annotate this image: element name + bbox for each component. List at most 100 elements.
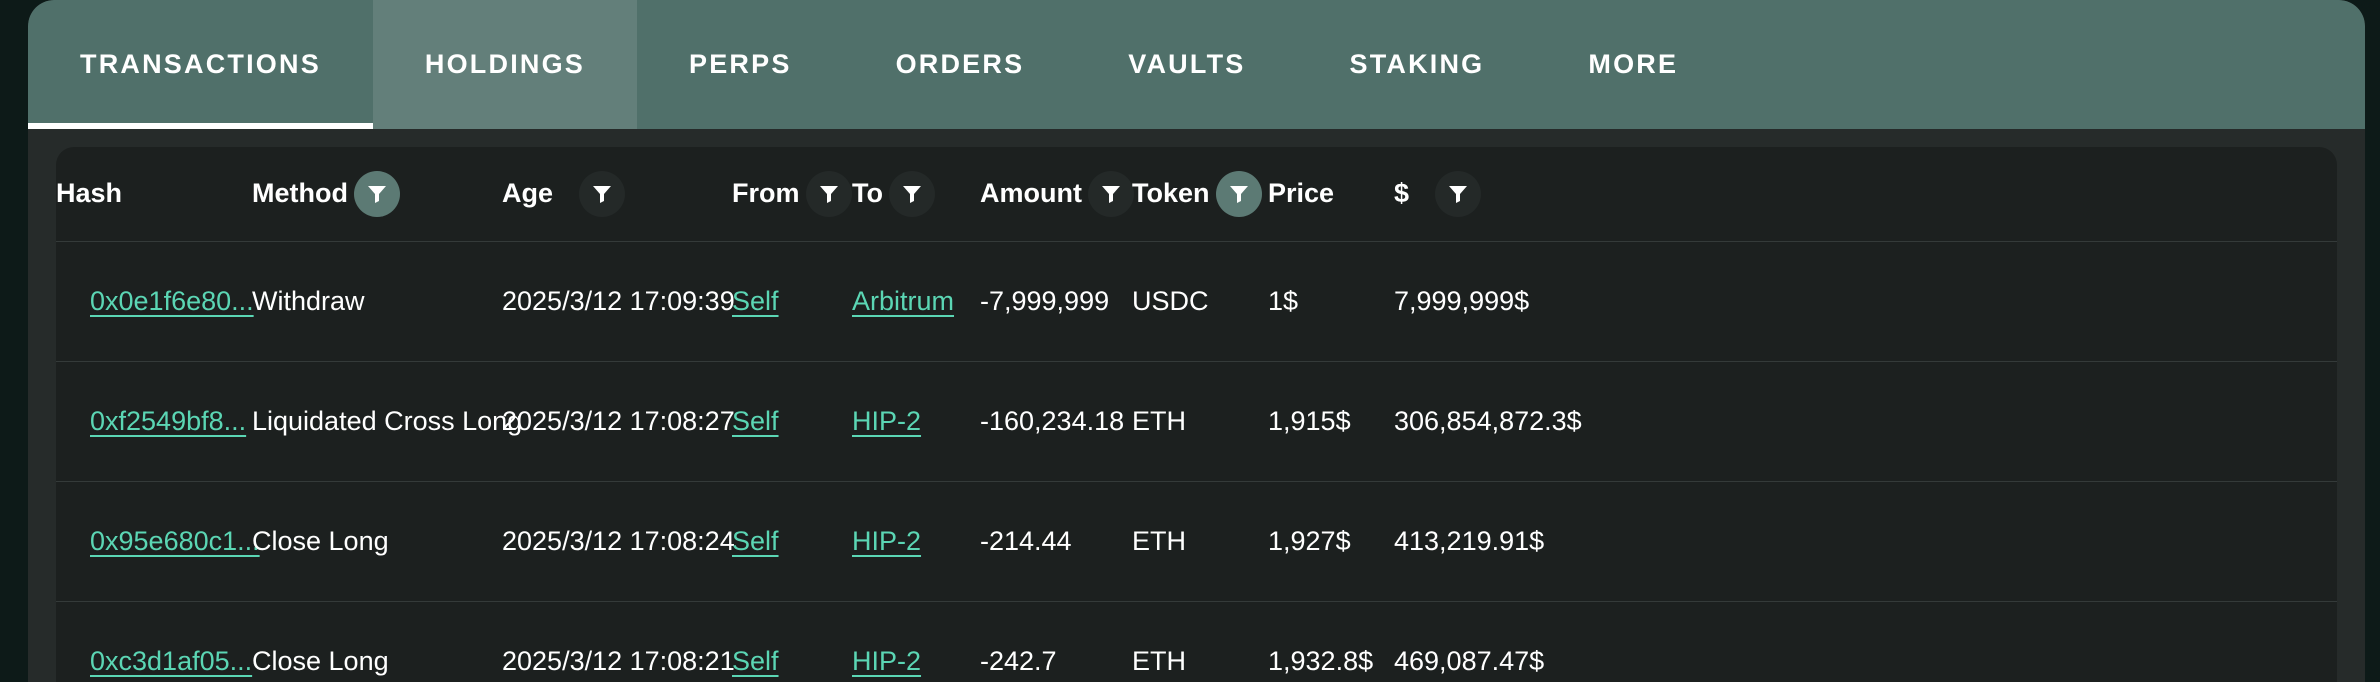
tab-label: MORE xyxy=(1588,49,1679,79)
column-label: From xyxy=(732,178,800,209)
tab-holdings[interactable]: HOLDINGS xyxy=(372,0,638,129)
cell-to: HIP-2 xyxy=(852,481,980,601)
column-header-usd[interactable]: $ xyxy=(1394,147,2337,241)
tab-bar: TRANSACTIONS HOLDINGS PERPS ORDERS VAULT… xyxy=(28,0,2365,129)
filter-icon-age[interactable] xyxy=(579,170,626,217)
tab-orders[interactable]: ORDERS xyxy=(844,0,1077,129)
table-header: Hash Method Age From To Amount Token Pri… xyxy=(56,147,2337,241)
table-header-row: Hash Method Age From To Amount Token Pri… xyxy=(56,147,2337,241)
cell-age: 2025/3/12 17:08:27 xyxy=(502,405,735,436)
tab-label: STAKING xyxy=(1349,49,1485,79)
table-row[interactable]: 0x95e680c1... Close Long 2025/3/12 17:08… xyxy=(56,481,2337,601)
cell-age: 2025/3/12 17:08:21 xyxy=(502,645,735,676)
to-link[interactable]: HIP-2 xyxy=(852,646,921,676)
from-link[interactable]: Self xyxy=(732,406,779,436)
hash-link[interactable]: 0x95e680c1... xyxy=(90,526,260,556)
tab-transactions[interactable]: TRANSACTIONS xyxy=(28,0,373,129)
cell-usd: 469,087.47$ xyxy=(1394,645,1545,676)
tab-label: ORDERS xyxy=(895,49,1025,79)
tab-bar-filler xyxy=(1730,0,2365,129)
column-label: To xyxy=(852,178,883,209)
hash-link[interactable]: 0xf2549bf8... xyxy=(90,406,246,436)
cell-usd: 7,999,999$ xyxy=(1394,285,1530,316)
table-row[interactable]: 0xf2549bf8... Liquidated Cross Long 2025… xyxy=(56,361,2337,481)
to-link[interactable]: Arbitrum xyxy=(852,286,954,316)
column-header-to[interactable]: To xyxy=(852,147,980,241)
tab-perps[interactable]: PERPS xyxy=(637,0,844,129)
cell-price: 1,915$ xyxy=(1268,405,1351,436)
from-link[interactable]: Self xyxy=(732,286,779,316)
cell-token: ETH xyxy=(1132,405,1186,436)
column-label: Hash xyxy=(56,178,123,209)
cell-price: 1$ xyxy=(1268,285,1299,316)
tab-more[interactable]: MORE xyxy=(1536,0,1730,129)
cell-method: Withdraw xyxy=(252,285,365,316)
tab-label: VAULTS xyxy=(1128,49,1246,79)
transactions-table: Hash Method Age From To Amount Token Pri… xyxy=(56,147,2337,682)
cell-age: 2025/3/12 17:08:24 xyxy=(502,525,735,556)
cell-to: HIP-2 xyxy=(852,601,980,682)
column-label: Price xyxy=(1268,178,1335,209)
cell-amount: -242.7 xyxy=(980,645,1057,676)
column-header-token[interactable]: Token xyxy=(1132,147,1268,241)
tab-staking[interactable]: STAKING xyxy=(1297,0,1536,129)
filter-icon-to[interactable] xyxy=(888,170,935,217)
table-body: 0x0e1f6e80... Withdraw 2025/3/12 17:09:3… xyxy=(56,241,2337,682)
transactions-panel: Hash Method Age From To Amount Token Pri… xyxy=(56,147,2337,682)
column-label: Method xyxy=(252,178,348,209)
column-label: Amount xyxy=(980,178,1082,209)
column-header-age[interactable]: Age xyxy=(502,147,732,241)
table-row[interactable]: 0xc3d1af05... Close Long 2025/3/12 17:08… xyxy=(56,601,2337,682)
column-header-price[interactable]: Price xyxy=(1268,147,1394,241)
app-root: TRANSACTIONS HOLDINGS PERPS ORDERS VAULT… xyxy=(0,0,2380,682)
hash-link[interactable]: 0xc3d1af05... xyxy=(90,646,252,676)
cell-method: Liquidated Cross Long xyxy=(252,405,523,436)
to-link[interactable]: HIP-2 xyxy=(852,406,921,436)
column-header-from[interactable]: From xyxy=(732,147,852,241)
tab-label: HOLDINGS xyxy=(424,49,586,79)
cell-amount: -7,999,999 xyxy=(980,285,1110,316)
filter-icon-amount[interactable] xyxy=(1087,170,1134,217)
table-panel-wrapper: Hash Method Age From To Amount Token Pri… xyxy=(28,129,2365,682)
cell-method: Close Long xyxy=(252,645,389,676)
from-link[interactable]: Self xyxy=(732,526,779,556)
cell-token: USDC xyxy=(1132,285,1209,316)
cell-price: 1,927$ xyxy=(1268,525,1351,556)
cell-to: HIP-2 xyxy=(852,361,980,481)
tab-vaults[interactable]: VAULTS xyxy=(1076,0,1297,129)
cell-from: Self xyxy=(732,481,852,601)
cell-price: 1,932.8$ xyxy=(1268,645,1374,676)
column-header-method[interactable]: Method xyxy=(252,147,502,241)
column-label: Age xyxy=(502,178,554,209)
column-label: Token xyxy=(1132,178,1210,209)
cell-usd: 306,854,872.3$ xyxy=(1394,405,1582,436)
filter-icon-method[interactable] xyxy=(353,170,400,217)
to-link[interactable]: HIP-2 xyxy=(852,526,921,556)
cell-amount: -214.44 xyxy=(980,525,1072,556)
from-link[interactable]: Self xyxy=(732,646,779,676)
cell-token: ETH xyxy=(1132,645,1186,676)
hash-link[interactable]: 0x0e1f6e80... xyxy=(90,286,254,316)
content-shell: TRANSACTIONS HOLDINGS PERPS ORDERS VAULT… xyxy=(28,0,2365,682)
column-label: $ xyxy=(1394,178,1410,209)
cell-amount: -160,234.18 xyxy=(980,405,1125,436)
tab-label: PERPS xyxy=(689,49,792,79)
cell-from: Self xyxy=(732,361,852,481)
column-header-amount[interactable]: Amount xyxy=(980,147,1134,241)
cell-hash: 0x95e680c1... xyxy=(56,481,260,601)
filter-icon-usd[interactable] xyxy=(1435,170,1482,217)
filter-icon-from[interactable] xyxy=(805,170,852,217)
cell-from: Self xyxy=(732,601,852,682)
table-row[interactable]: 0x0e1f6e80... Withdraw 2025/3/12 17:09:3… xyxy=(56,241,2337,361)
cell-hash: 0xc3d1af05... xyxy=(56,601,252,682)
cell-hash: 0xf2549bf8... xyxy=(56,361,252,481)
cell-age: 2025/3/12 17:09:39 xyxy=(502,285,735,316)
cell-from: Self xyxy=(732,241,852,361)
column-header-hash[interactable]: Hash xyxy=(56,147,252,241)
cell-hash: 0x0e1f6e80... xyxy=(56,241,254,361)
filter-icon-token[interactable] xyxy=(1215,170,1262,217)
cell-token: ETH xyxy=(1132,525,1186,556)
cell-method: Close Long xyxy=(252,525,389,556)
tab-label: TRANSACTIONS xyxy=(80,49,321,79)
cell-usd: 413,219.91$ xyxy=(1394,525,1545,556)
